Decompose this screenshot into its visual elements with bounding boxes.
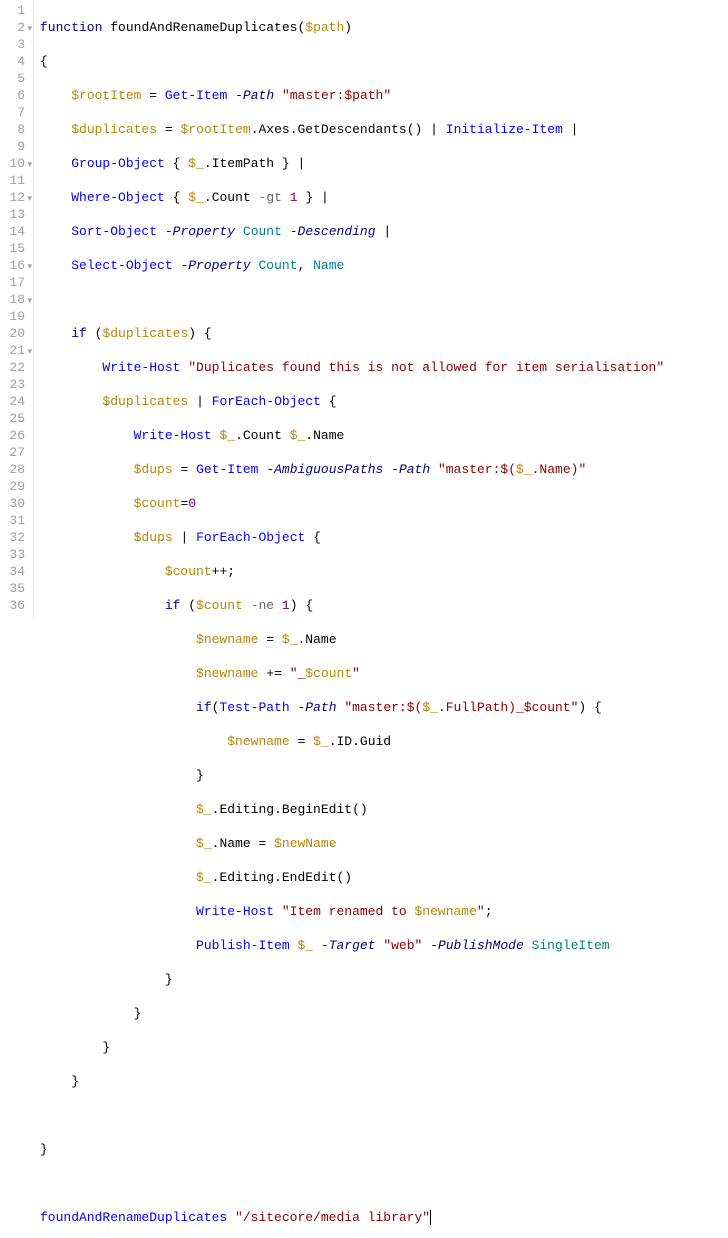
line-number: 3 — [4, 36, 25, 53]
line-number: 28 — [4, 461, 25, 478]
code-line: $duplicates | ForEach-Object { — [40, 393, 664, 410]
code-line: $dups | ForEach-Object { — [40, 529, 664, 546]
line-number: 29 — [4, 478, 25, 495]
line-number: 22 — [4, 359, 25, 376]
code-line: $count=0 — [40, 495, 664, 512]
code-line: } — [40, 1039, 664, 1056]
line-number: 33 — [4, 546, 25, 563]
code-line: $_.Name = $newName — [40, 835, 664, 852]
line-number: 27 — [4, 444, 25, 461]
code-line: foundAndRenameDuplicates "/sitecore/medi… — [40, 1209, 664, 1226]
code-line: Sort-Object -Property Count -Descending … — [40, 223, 664, 240]
code-line: $_.Editing.BeginEdit() — [40, 801, 664, 818]
code-line: if(Test-Path -Path "master:$($_.FullPath… — [40, 699, 664, 716]
code-line: if ($duplicates) { — [40, 325, 664, 342]
code-line: $dups = Get-Item -AmbiguousPaths -Path "… — [40, 461, 664, 478]
code-line: $rootItem = Get-Item -Path "master:$path… — [40, 87, 664, 104]
line-number: 17 — [4, 274, 25, 291]
line-number: 4 — [4, 53, 25, 70]
code-line: if ($count -ne 1) { — [40, 597, 664, 614]
line-number: 24 — [4, 393, 25, 410]
line-number: 36 — [4, 597, 25, 614]
code-line: } — [40, 767, 664, 784]
line-number: 16 — [4, 257, 25, 274]
code-line: Select-Object -Property Count, Name — [40, 257, 664, 274]
line-number: 11 — [4, 172, 25, 189]
line-number: 25 — [4, 410, 25, 427]
line-number-gutter: 1234567891011121314151617181920212223242… — [0, 0, 34, 619]
line-number: 21 — [4, 342, 25, 359]
line-number: 31 — [4, 512, 25, 529]
line-number: 26 — [4, 427, 25, 444]
code-line — [40, 1175, 664, 1192]
line-number: 7 — [4, 104, 25, 121]
code-line: Publish-Item $_ -Target "web" -PublishMo… — [40, 937, 664, 954]
line-number: 14 — [4, 223, 25, 240]
code-line: $newname += "_$count" — [40, 665, 664, 682]
line-number: 5 — [4, 70, 25, 87]
code-line: $duplicates = $rootItem.Axes.GetDescenda… — [40, 121, 664, 138]
code-line — [40, 291, 664, 308]
code-line: } — [40, 971, 664, 988]
line-number: 34 — [4, 563, 25, 580]
line-number: 30 — [4, 495, 25, 512]
line-number: 8 — [4, 121, 25, 138]
line-number: 19 — [4, 308, 25, 325]
code-line: } — [40, 1141, 664, 1158]
code-line — [40, 1107, 664, 1124]
code-line: Write-Host "Item renamed to $newname"; — [40, 903, 664, 920]
code-line: $newname = $_.Name — [40, 631, 664, 648]
text-cursor — [430, 1210, 431, 1225]
code-line: } — [40, 1005, 664, 1022]
line-number: 23 — [4, 376, 25, 393]
line-number: 18 — [4, 291, 25, 308]
line-number: 35 — [4, 580, 25, 597]
code-line: Group-Object { $_.ItemPath } | — [40, 155, 664, 172]
line-number: 9 — [4, 138, 25, 155]
code-line: $count++; — [40, 563, 664, 580]
code-line: } — [40, 1073, 664, 1090]
line-number: 20 — [4, 325, 25, 342]
line-number: 13 — [4, 206, 25, 223]
code-line: Write-Host $_.Count $_.Name — [40, 427, 664, 444]
code-line: $_.Editing.EndEdit() — [40, 869, 664, 886]
line-number: 10 — [4, 155, 25, 172]
line-number: 1 — [4, 2, 25, 19]
line-number: 32 — [4, 529, 25, 546]
code-line: { — [40, 53, 664, 70]
code-line: function foundAndRenameDuplicates($path) — [40, 19, 664, 36]
code-line: Write-Host "Duplicates found this is not… — [40, 359, 664, 376]
code-editor[interactable]: function foundAndRenameDuplicates($path)… — [34, 0, 670, 619]
line-number: 15 — [4, 240, 25, 257]
line-number: 6 — [4, 87, 25, 104]
line-number: 12 — [4, 189, 25, 206]
code-line: Where-Object { $_.Count -gt 1 } | — [40, 189, 664, 206]
line-number: 2 — [4, 19, 25, 36]
code-line: $newname = $_.ID.Guid — [40, 733, 664, 750]
